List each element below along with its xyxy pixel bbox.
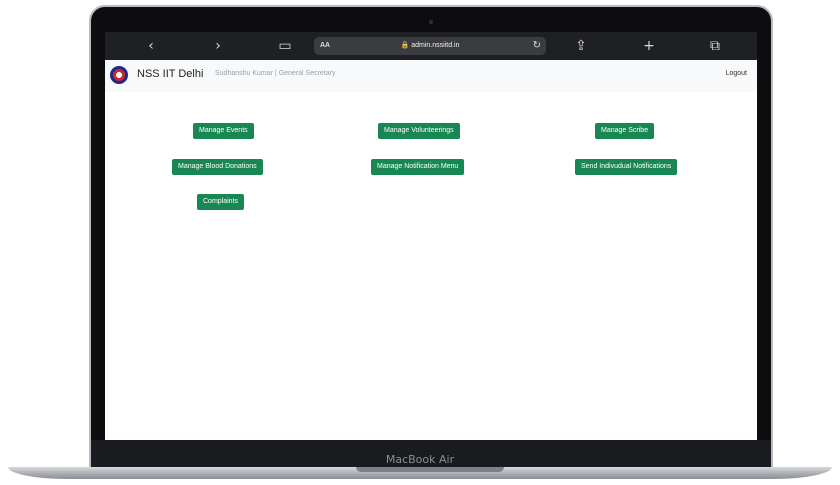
send-notifications-button[interactable]: Send Indivudual Notifications (575, 159, 678, 175)
manage-volunteerings-button[interactable]: Manage Volunteerings (378, 123, 460, 139)
model-label: MacBook Air (385, 453, 455, 466)
url-text: admin.nssiitd.in (411, 42, 460, 49)
nss-logo[interactable] (110, 66, 128, 84)
book-icon[interactable]: ▭ (273, 35, 297, 57)
brand-title[interactable]: NSS IIT Delhi (137, 68, 203, 80)
manage-events-button[interactable]: Manage Events (193, 123, 254, 139)
chevron-right-icon[interactable]: › (206, 35, 230, 57)
lock-icon: 🔒 (400, 42, 410, 49)
logout-link[interactable]: Logout (726, 70, 747, 77)
manage-notification-menu-button[interactable]: Manage Notification Menu (371, 159, 465, 175)
reload-icon[interactable]: ↻ (533, 37, 541, 55)
tabs-icon[interactable]: ⧉ (703, 35, 727, 57)
complaints-button[interactable]: Complaints (197, 194, 245, 210)
screen: ‹ › ▭ AA 🔒 admin.nssiitd.in ↻ ⇪ + ⧉ NSS I… (105, 32, 757, 440)
chevron-left-icon[interactable]: ‹ (139, 35, 163, 57)
plus-icon[interactable]: + (637, 35, 661, 57)
url-display[interactable]: 🔒 admin.nssiitd.in (314, 37, 546, 55)
navbar: NSS IIT Delhi Sudhanshu Kumar | General … (105, 60, 757, 92)
browser-toolbar: ‹ › ▭ AA 🔒 admin.nssiitd.in ↻ ⇪ + ⧉ (105, 32, 757, 60)
manage-scribe-button[interactable]: Manage Scribe (595, 123, 655, 139)
user-info: Sudhanshu Kumar | General Secretary (215, 70, 336, 77)
camera (429, 20, 433, 24)
share-icon[interactable]: ⇪ (569, 35, 593, 57)
manage-blood-donations-button[interactable]: Manage Blood Donations (172, 159, 263, 175)
address-bar[interactable]: AA 🔒 admin.nssiitd.in ↻ (314, 37, 546, 55)
laptop-notch (356, 467, 504, 472)
